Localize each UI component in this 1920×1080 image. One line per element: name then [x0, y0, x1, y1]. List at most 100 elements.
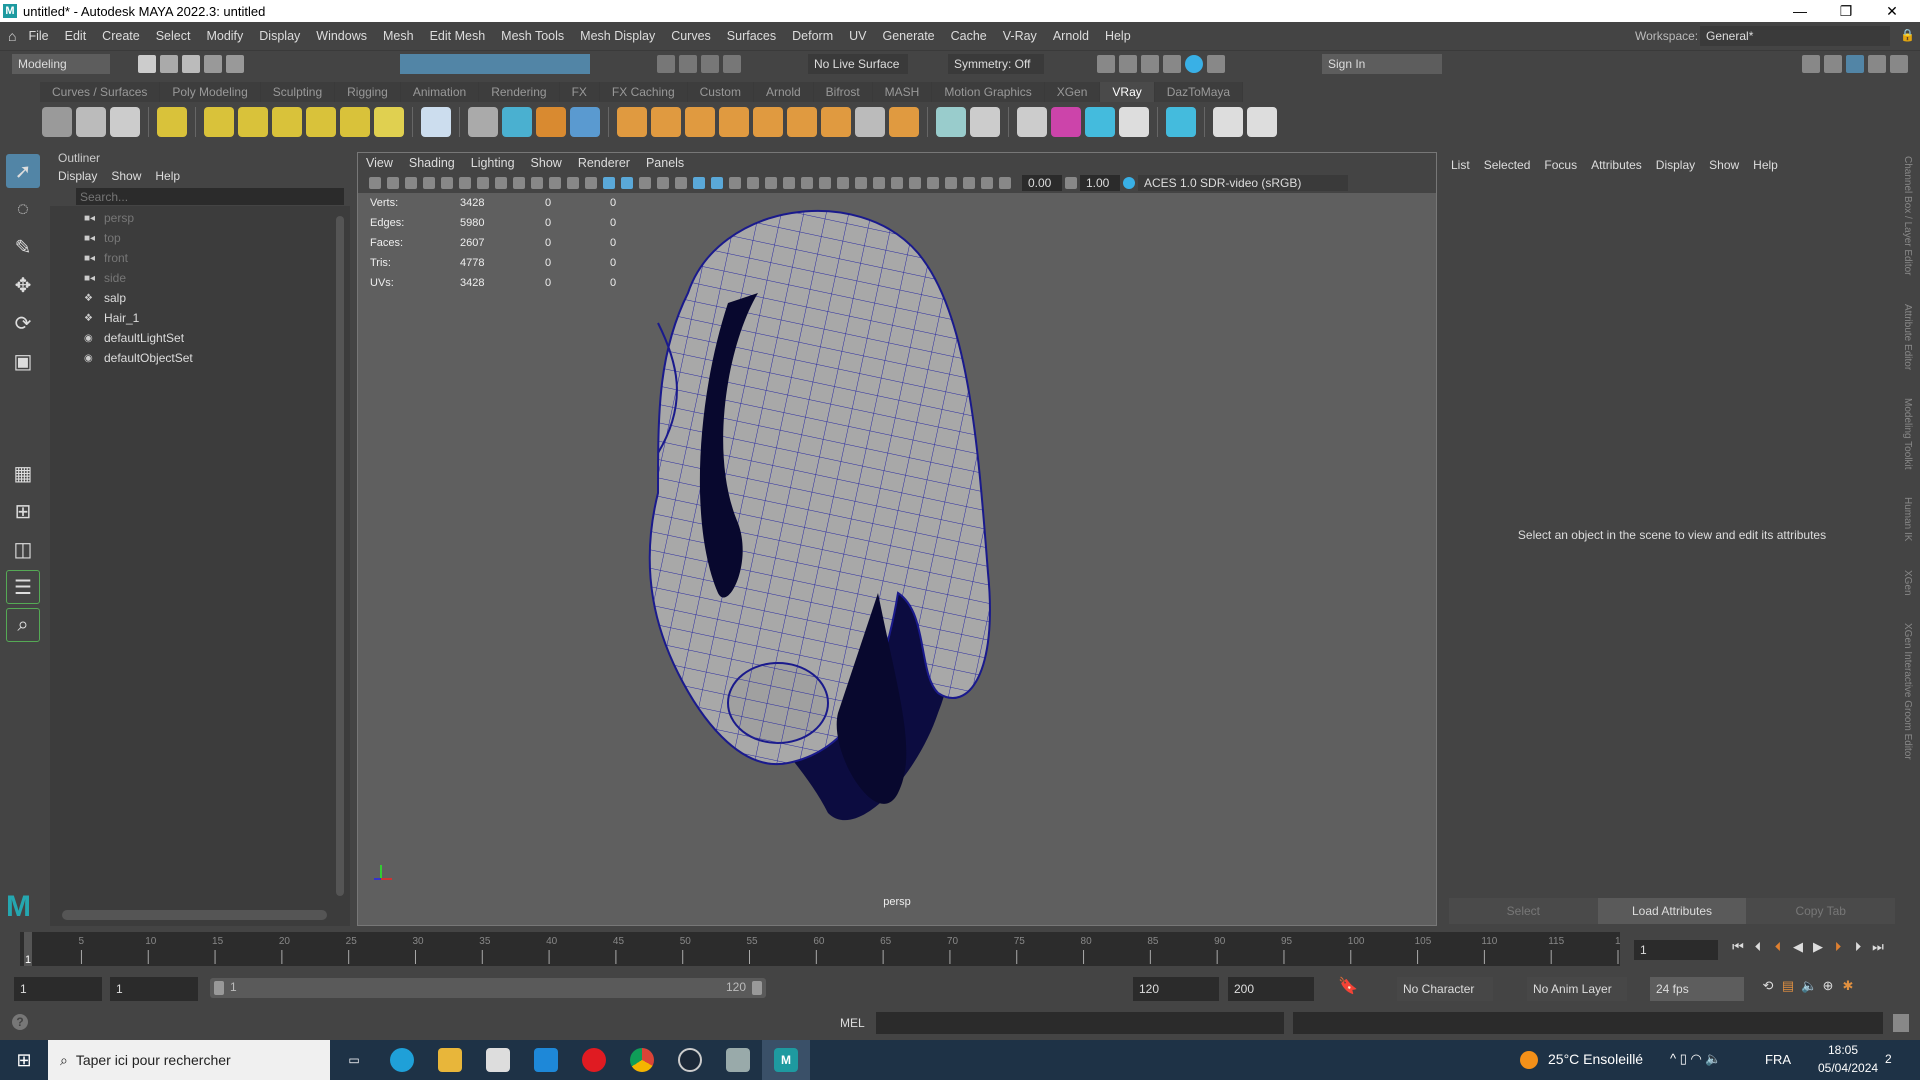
notification-badge[interactable]: 2: [1885, 1052, 1892, 1066]
render-settings-icon[interactable]: [1163, 55, 1181, 73]
menu-cache[interactable]: Cache: [951, 29, 987, 43]
step-forward-key-icon[interactable]: ⏵: [1831, 940, 1845, 954]
four-view-icon[interactable]: ⊞: [6, 494, 40, 528]
viewport-menu-view[interactable]: View: [366, 156, 393, 170]
shelf-tab-fx-caching[interactable]: FX Caching: [599, 82, 688, 102]
new-scene-icon[interactable]: [138, 55, 156, 73]
step-back-frame-icon[interactable]: ⏴: [1751, 940, 1765, 954]
outliner-item[interactable]: ❖ Hair_1: [50, 308, 350, 328]
shelf-tool-icon[interactable]: [110, 107, 140, 137]
shelf-tab-motion-graphics[interactable]: Motion Graphics: [932, 82, 1045, 102]
shelf-tab-bifrost[interactable]: Bifrost: [813, 82, 873, 102]
shelf-tab-rigging[interactable]: Rigging: [335, 82, 401, 102]
shelf-tool-icon[interactable]: [1247, 107, 1277, 137]
viewport-tool-icon[interactable]: [693, 177, 705, 189]
anim-prefs-icon[interactable]: ⊕: [1821, 979, 1835, 993]
viewport-tool-icon[interactable]: [891, 177, 903, 189]
clock-time[interactable]: 18:05: [1828, 1043, 1858, 1057]
cache-playback-icon[interactable]: ▤: [1781, 979, 1795, 993]
viewport-tool-icon[interactable]: [603, 177, 615, 189]
steam-icon[interactable]: [666, 1040, 714, 1080]
home-icon[interactable]: ⌂: [8, 28, 16, 44]
anim-end-field[interactable]: 200: [1228, 977, 1314, 1001]
redo-icon[interactable]: [226, 55, 244, 73]
fps-dropdown[interactable]: 24 fps: [1650, 977, 1744, 1001]
outliner-item[interactable]: ■◂ front: [50, 248, 350, 268]
shelf-tab-sculpting[interactable]: Sculpting: [260, 82, 336, 102]
shelf-tool-icon[interactable]: [821, 107, 851, 137]
viewport-tool-icon[interactable]: [531, 177, 543, 189]
time-slider[interactable]: 1 5 10 15 20 25 30 35 40 45 50 55 60 65 70 75 80 85 90 95 10…: [20, 932, 1632, 966]
select-tool-icon[interactable]: ➚: [6, 154, 40, 188]
attr-menu-help[interactable]: Help: [1753, 158, 1778, 174]
attr-menu-show[interactable]: Show: [1709, 158, 1739, 174]
loop-icon[interactable]: ⟲: [1761, 979, 1775, 993]
shelf-tool-icon[interactable]: [1213, 107, 1243, 137]
shelf-tool-icon[interactable]: [340, 107, 370, 137]
current-frame-field[interactable]: 1: [1634, 940, 1718, 960]
side-tab-xgen[interactable]: XGen: [1902, 564, 1913, 602]
exposure-field[interactable]: 0.00: [1022, 175, 1062, 191]
shelf-tab-rendering[interactable]: Rendering: [479, 82, 560, 102]
shelf-tool-icon[interactable]: [1119, 107, 1149, 137]
viewport-menu-panels[interactable]: Panels: [646, 156, 684, 170]
language-indicator[interactable]: FRA: [1765, 1052, 1791, 1067]
viewport-tool-icon[interactable]: [657, 177, 669, 189]
play-forwards-icon[interactable]: ▶: [1811, 940, 1825, 954]
range-start-handle[interactable]: [214, 981, 224, 995]
outliner-layout-icon[interactable]: ☰: [6, 570, 40, 604]
shelf-tool-icon[interactable]: [855, 107, 885, 137]
opera-icon[interactable]: [570, 1040, 618, 1080]
shelf-tool-icon[interactable]: [970, 107, 1000, 137]
color-space-dropdown[interactable]: ACES 1.0 SDR-video (sRGB): [1138, 175, 1348, 191]
shelf-tool-icon[interactable]: [685, 107, 715, 137]
chrome-icon[interactable]: [618, 1040, 666, 1080]
shelf-tool-icon[interactable]: [238, 107, 268, 137]
viewport-tool-icon[interactable]: [621, 177, 633, 189]
viewport-tool-icon[interactable]: [459, 177, 471, 189]
shelf-tool-icon[interactable]: [617, 107, 647, 137]
shelf-tool-icon[interactable]: [570, 107, 600, 137]
anim-layer-dropdown[interactable]: No Anim Layer: [1527, 977, 1627, 1001]
menu-surfaces[interactable]: Surfaces: [727, 29, 776, 43]
viewport-tool-icon[interactable]: [585, 177, 597, 189]
menu-file[interactable]: File: [28, 29, 48, 43]
attr-menu-focus[interactable]: Focus: [1544, 158, 1577, 174]
go-to-end-icon[interactable]: ⏭: [1871, 940, 1885, 954]
help-icon[interactable]: ?: [12, 1014, 28, 1030]
menu-select[interactable]: Select: [156, 29, 191, 43]
viewport-menu-shading[interactable]: Shading: [409, 156, 455, 170]
script-editor-icon[interactable]: [1893, 1014, 1909, 1032]
load-attributes-button[interactable]: Load Attributes: [1597, 898, 1747, 924]
curve-snap-icon[interactable]: [701, 55, 719, 73]
render-icon[interactable]: [1097, 55, 1115, 73]
outliner-menu-display[interactable]: Display: [58, 169, 97, 183]
open-scene-icon[interactable]: [160, 55, 178, 73]
outliner-vertical-scrollbar[interactable]: [336, 216, 344, 896]
mail-icon[interactable]: [522, 1040, 570, 1080]
viewport-tool-icon[interactable]: [495, 177, 507, 189]
render-icon[interactable]: [1119, 55, 1137, 73]
shelf-tool-icon[interactable]: [936, 107, 966, 137]
menu-windows[interactable]: Windows: [316, 29, 367, 43]
edge-icon[interactable]: [378, 1040, 426, 1080]
menu-modify[interactable]: Modify: [206, 29, 243, 43]
human-ik-icon[interactable]: [1824, 55, 1842, 73]
shelf-tab-fx[interactable]: FX: [559, 82, 600, 102]
sign-in-button[interactable]: Sign In: [1322, 54, 1442, 74]
shelf-tool-icon[interactable]: [306, 107, 336, 137]
attr-menu-selected[interactable]: Selected: [1484, 158, 1531, 174]
gamma-field[interactable]: 1.00: [1080, 175, 1120, 191]
viewport-menu-renderer[interactable]: Renderer: [578, 156, 630, 170]
shelf-tool-icon[interactable]: [468, 107, 498, 137]
viewport-menu-show[interactable]: Show: [531, 156, 562, 170]
attr-menu-attributes[interactable]: Attributes: [1591, 158, 1642, 174]
command-input[interactable]: [876, 1012, 1284, 1034]
shelf-tab-custom[interactable]: Custom: [687, 82, 754, 102]
menu-uv[interactable]: UV: [849, 29, 866, 43]
outliner-item[interactable]: ■◂ persp: [50, 208, 350, 228]
outliner-item[interactable]: ◉ defaultLightSet: [50, 328, 350, 348]
shelf-tab-daztomaya[interactable]: DazToMaya: [1154, 82, 1244, 102]
start-button[interactable]: ⊞: [0, 1040, 48, 1080]
range-end-handle[interactable]: [752, 981, 762, 995]
